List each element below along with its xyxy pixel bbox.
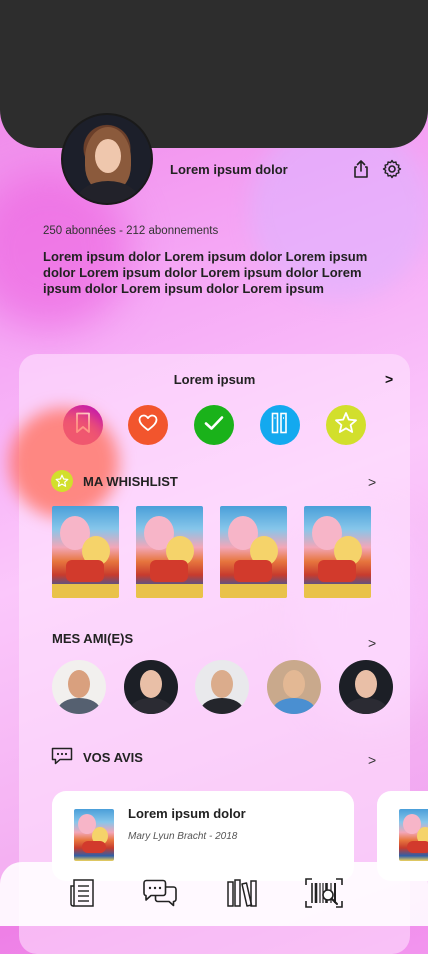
check-icon xyxy=(204,415,224,436)
star-icon xyxy=(334,411,358,440)
books-icon xyxy=(271,412,289,439)
library-title: Lorem ipsum xyxy=(173,372,256,387)
wishlist-item[interactable] xyxy=(52,506,119,598)
friend-avatar[interactable] xyxy=(339,660,393,714)
bottom-navigation xyxy=(0,862,428,926)
header-bar xyxy=(0,0,428,148)
bookmark-category-button[interactable] xyxy=(63,405,103,445)
newspaper-icon[interactable] xyxy=(62,876,102,910)
follow-stats: 250 abonnées - 212 abonnements xyxy=(43,225,219,237)
barcode-scan-icon[interactable] xyxy=(304,876,344,910)
wishlist-category-button[interactable] xyxy=(326,405,366,445)
profile-username: Lorem ipsum dolor xyxy=(170,162,288,177)
friend-avatar[interactable] xyxy=(195,660,249,714)
wishlist-header[interactable]: MA WHISHLIST xyxy=(51,470,178,492)
review-cover xyxy=(399,809,428,861)
profile-avatar[interactable] xyxy=(61,113,153,205)
review-cover xyxy=(74,809,114,861)
friend-avatar[interactable] xyxy=(52,660,106,714)
profile-bio: Lorem ipsum dolor Lorem ipsum dolor Lore… xyxy=(43,249,368,296)
star-icon xyxy=(51,470,73,492)
wishlist-chevron[interactable]: > xyxy=(368,474,376,490)
wishlist-item[interactable] xyxy=(136,506,203,598)
chat-icon[interactable] xyxy=(140,876,180,910)
library-icon[interactable] xyxy=(222,876,262,910)
review-author: Mary Lyun Bracht - 2018 xyxy=(128,831,238,842)
heart-icon xyxy=(138,414,158,437)
bookmark-icon xyxy=(75,412,91,439)
review-title: Lorem ipsum dolor xyxy=(128,806,246,821)
wishlist-item[interactable] xyxy=(220,506,287,598)
friends-title: MES AMI(E)S xyxy=(52,631,134,646)
friends-header[interactable]: MES AMI(E)S xyxy=(52,631,133,646)
read-category-button[interactable] xyxy=(194,405,234,445)
friend-avatar[interactable] xyxy=(267,660,321,714)
wishlist-item[interactable] xyxy=(304,506,371,598)
friends-chevron[interactable]: > xyxy=(368,635,376,651)
friend-avatar[interactable] xyxy=(124,660,178,714)
reviews-title: VOS AVIS xyxy=(83,750,143,765)
gear-icon[interactable] xyxy=(381,158,403,180)
favorite-category-button[interactable] xyxy=(128,405,168,445)
share-icon[interactable] xyxy=(350,158,372,180)
reviews-header[interactable]: VOS AVIS xyxy=(51,747,143,768)
wishlist-title: MA WHISHLIST xyxy=(83,473,178,489)
speech-bubble-icon xyxy=(51,747,73,768)
library-category-button[interactable] xyxy=(260,405,300,445)
library-chevron[interactable]: > xyxy=(385,371,393,387)
reviews-chevron[interactable]: > xyxy=(368,752,376,768)
